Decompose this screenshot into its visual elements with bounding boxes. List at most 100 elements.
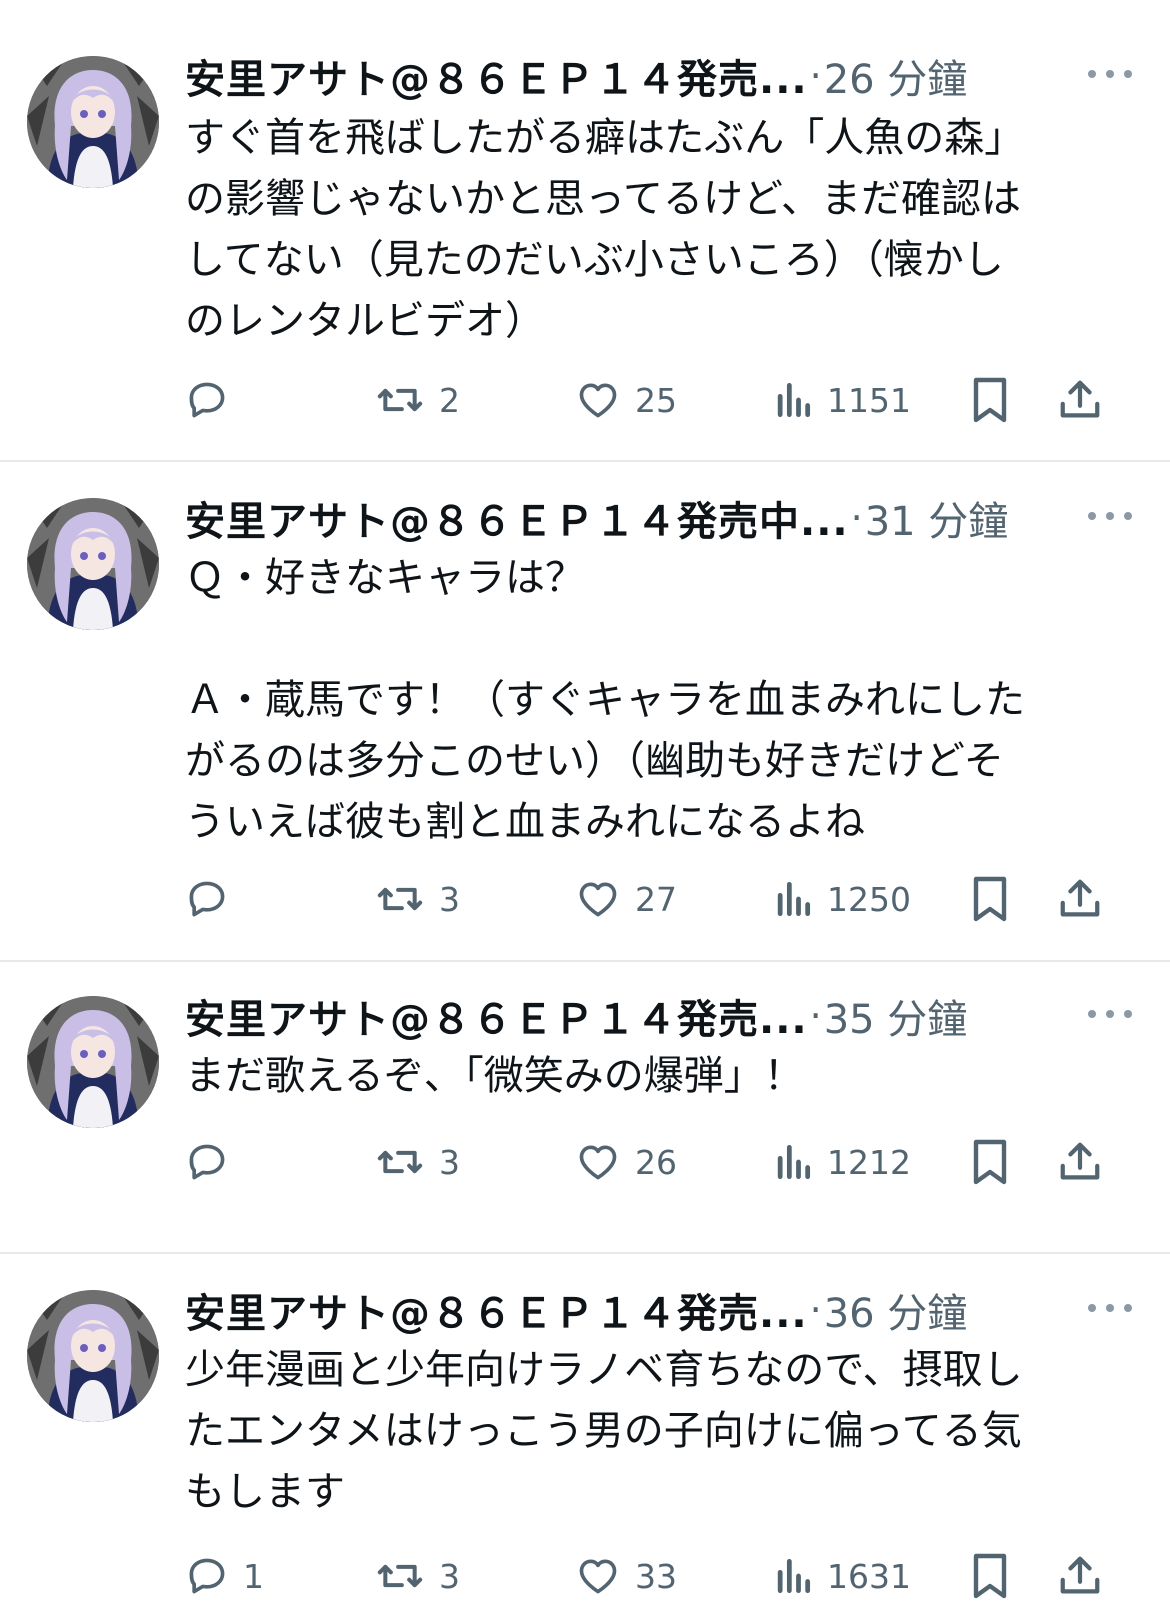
- bookmark-icon: [973, 1553, 1007, 1599]
- timestamp[interactable]: 31 分鐘: [865, 489, 1009, 547]
- retweet-icon: [377, 1564, 423, 1588]
- retweet-button[interactable]: 3: [375, 1546, 460, 1606]
- views-icon: [777, 382, 811, 418]
- retweet-button[interactable]: 3: [375, 869, 460, 929]
- separator-dot: ·: [809, 1288, 822, 1332]
- tweet[interactable]: 安里アサト@８６ＥＰ１４発売... · 26 分鐘 すぐ首を飛ばしたがる癖はたぶ…: [0, 0, 1170, 462]
- avatar[interactable]: [27, 1290, 159, 1422]
- views-icon: [777, 1144, 811, 1180]
- like-button[interactable]: 33: [575, 1546, 677, 1606]
- share-icon: [1060, 1556, 1100, 1594]
- like-button[interactable]: 26: [575, 1132, 677, 1192]
- bookmark-button[interactable]: [970, 1546, 1010, 1606]
- tweet[interactable]: 安里アサト@８６ＥＰ１４発売... · 35 分鐘 まだ歌えるぞ、「微笑みの爆弾…: [0, 964, 1170, 1254]
- more-icon[interactable]: [1088, 64, 1132, 84]
- share-button[interactable]: [1057, 869, 1103, 929]
- reply-button[interactable]: [185, 1132, 243, 1192]
- share-button[interactable]: [1057, 1132, 1103, 1192]
- author-name[interactable]: 安里アサト@８６ＥＰ１４発売...: [185, 987, 808, 1045]
- reply-icon: [189, 382, 225, 418]
- views-button[interactable]: 1212: [773, 1132, 911, 1192]
- views-button[interactable]: 1250: [773, 869, 911, 929]
- timestamp[interactable]: 35 分鐘: [824, 987, 968, 1045]
- separator-dot: ·: [809, 994, 822, 1038]
- separator-dot: ·: [809, 54, 822, 98]
- views-count: 1631: [827, 1556, 911, 1596]
- timestamp[interactable]: 36 分鐘: [824, 1281, 968, 1339]
- retweet-button[interactable]: 2: [375, 370, 460, 430]
- tweet-line: がるのは多分このせい）（幽助も好きだけどそ: [185, 738, 1004, 784]
- tweet[interactable]: 安里アサト@８６ＥＰ１４発売... · 36 分鐘 少年漫画と少年向けラノベ育ち…: [0, 1256, 1170, 1614]
- tweet-line: まだ歌えるぞ、「微笑みの爆弾」！: [185, 1053, 804, 1099]
- tweet-header: 安里アサト@８６ＥＰ１４発売中... · 31 分鐘: [185, 490, 1008, 546]
- share-button[interactable]: [1057, 1546, 1103, 1606]
- views-button[interactable]: 1151: [773, 370, 911, 430]
- bookmark-button[interactable]: [970, 1132, 1010, 1192]
- reply-icon: [189, 1558, 225, 1594]
- reply-button[interactable]: 1: [185, 1546, 264, 1606]
- heart-icon: [579, 1145, 617, 1180]
- tweet-text: すぐ首を飛ばしたがる癖はたぶん「人魚の森」 の影響じゃないかと思ってるけど、まだ…: [185, 108, 1135, 352]
- tweet-text: Ｑ・好きなキャラは？ Ａ・蔵馬です！（すぐキャラを血まみれにした がるのは多分こ…: [185, 548, 1135, 853]
- tweet-header: 安里アサト@８６ＥＰ１４発売... · 35 分鐘: [185, 988, 967, 1044]
- tweet-line: もします: [185, 1469, 345, 1515]
- reply-button[interactable]: [185, 869, 243, 929]
- reply-button[interactable]: [185, 370, 243, 430]
- bookmark-button[interactable]: [970, 869, 1010, 929]
- avatar[interactable]: [27, 498, 159, 630]
- timestamp[interactable]: 26 分鐘: [824, 47, 968, 105]
- heart-icon: [579, 882, 617, 917]
- author-name[interactable]: 安里アサト@８６ＥＰ１４発売...: [185, 47, 808, 105]
- tweet-header: 安里アサト@８６ＥＰ１４発売... · 26 分鐘: [185, 48, 967, 104]
- tweet-line: Ｑ・好きなキャラは？: [185, 555, 585, 601]
- like-button[interactable]: 27: [575, 869, 677, 929]
- retweet-count: 3: [439, 1142, 460, 1182]
- avatar[interactable]: [27, 56, 159, 188]
- share-icon: [1060, 380, 1100, 418]
- tweet-text: 少年漫画と少年向けラノベ育ちなので、摂取し たエンタメはけっこう男の子向けに偏っ…: [185, 1340, 1135, 1523]
- views-count: 1151: [827, 380, 911, 420]
- share-icon: [1060, 1142, 1100, 1180]
- tweet-line: すぐ首を飛ばしたがる癖はたぶん「人魚の森」: [185, 115, 1025, 161]
- more-icon[interactable]: [1088, 1298, 1132, 1318]
- views-count: 1250: [827, 879, 911, 919]
- more-icon[interactable]: [1088, 506, 1132, 526]
- views-icon: [777, 1558, 811, 1594]
- tweet[interactable]: 安里アサト@８６ＥＰ１４発売中... · 31 分鐘 Ｑ・好きなキャラは？ Ａ・…: [0, 464, 1170, 962]
- like-count: 33: [635, 1556, 677, 1596]
- more-icon[interactable]: [1088, 1004, 1132, 1024]
- action-bar: 3 27 1250: [185, 869, 1140, 929]
- reply-icon: [189, 1144, 225, 1180]
- separator-dot: ·: [850, 496, 863, 540]
- tweet-text: まだ歌えるぞ、「微笑みの爆弾」！: [185, 1046, 1135, 1107]
- retweet-button[interactable]: 3: [375, 1132, 460, 1192]
- author-name[interactable]: 安里アサト@８６ＥＰ１４発売中...: [185, 489, 849, 547]
- views-icon: [777, 881, 811, 917]
- retweet-count: 3: [439, 879, 460, 919]
- reply-icon: [189, 881, 225, 917]
- heart-icon: [579, 383, 617, 418]
- action-bar: 1 3 33 1631: [185, 1546, 1140, 1606]
- like-count: 25: [635, 380, 677, 420]
- tweet-line: [185, 609, 1135, 670]
- action-bar: 3 26 1212: [185, 1132, 1140, 1192]
- bookmark-icon: [973, 876, 1007, 922]
- avatar[interactable]: [27, 996, 159, 1128]
- views-count: 1212: [827, 1142, 911, 1182]
- author-name[interactable]: 安里アサト@８６ＥＰ１４発売...: [185, 1281, 808, 1339]
- tweet-line: のレンタルビデオ）: [185, 298, 545, 344]
- share-icon: [1060, 879, 1100, 917]
- bookmark-button[interactable]: [970, 370, 1010, 430]
- tweet-line: たエンタメはけっこう男の子向けに偏ってる気: [185, 1408, 1022, 1454]
- tweet-line: Ａ・蔵馬です！（すぐキャラを血まみれにした: [185, 677, 1025, 723]
- retweet-icon: [377, 388, 423, 412]
- tweet-line: ういえば彼も割と血まみれになるよね: [185, 799, 865, 845]
- retweet-icon: [377, 887, 423, 911]
- tweet-header: 安里アサト@８６ＥＰ１４発売... · 36 分鐘: [185, 1282, 967, 1338]
- like-count: 27: [635, 879, 677, 919]
- share-button[interactable]: [1057, 370, 1103, 430]
- views-button[interactable]: 1631: [773, 1546, 911, 1606]
- heart-icon: [579, 1559, 617, 1594]
- retweet-icon: [377, 1150, 423, 1174]
- like-button[interactable]: 25: [575, 370, 677, 430]
